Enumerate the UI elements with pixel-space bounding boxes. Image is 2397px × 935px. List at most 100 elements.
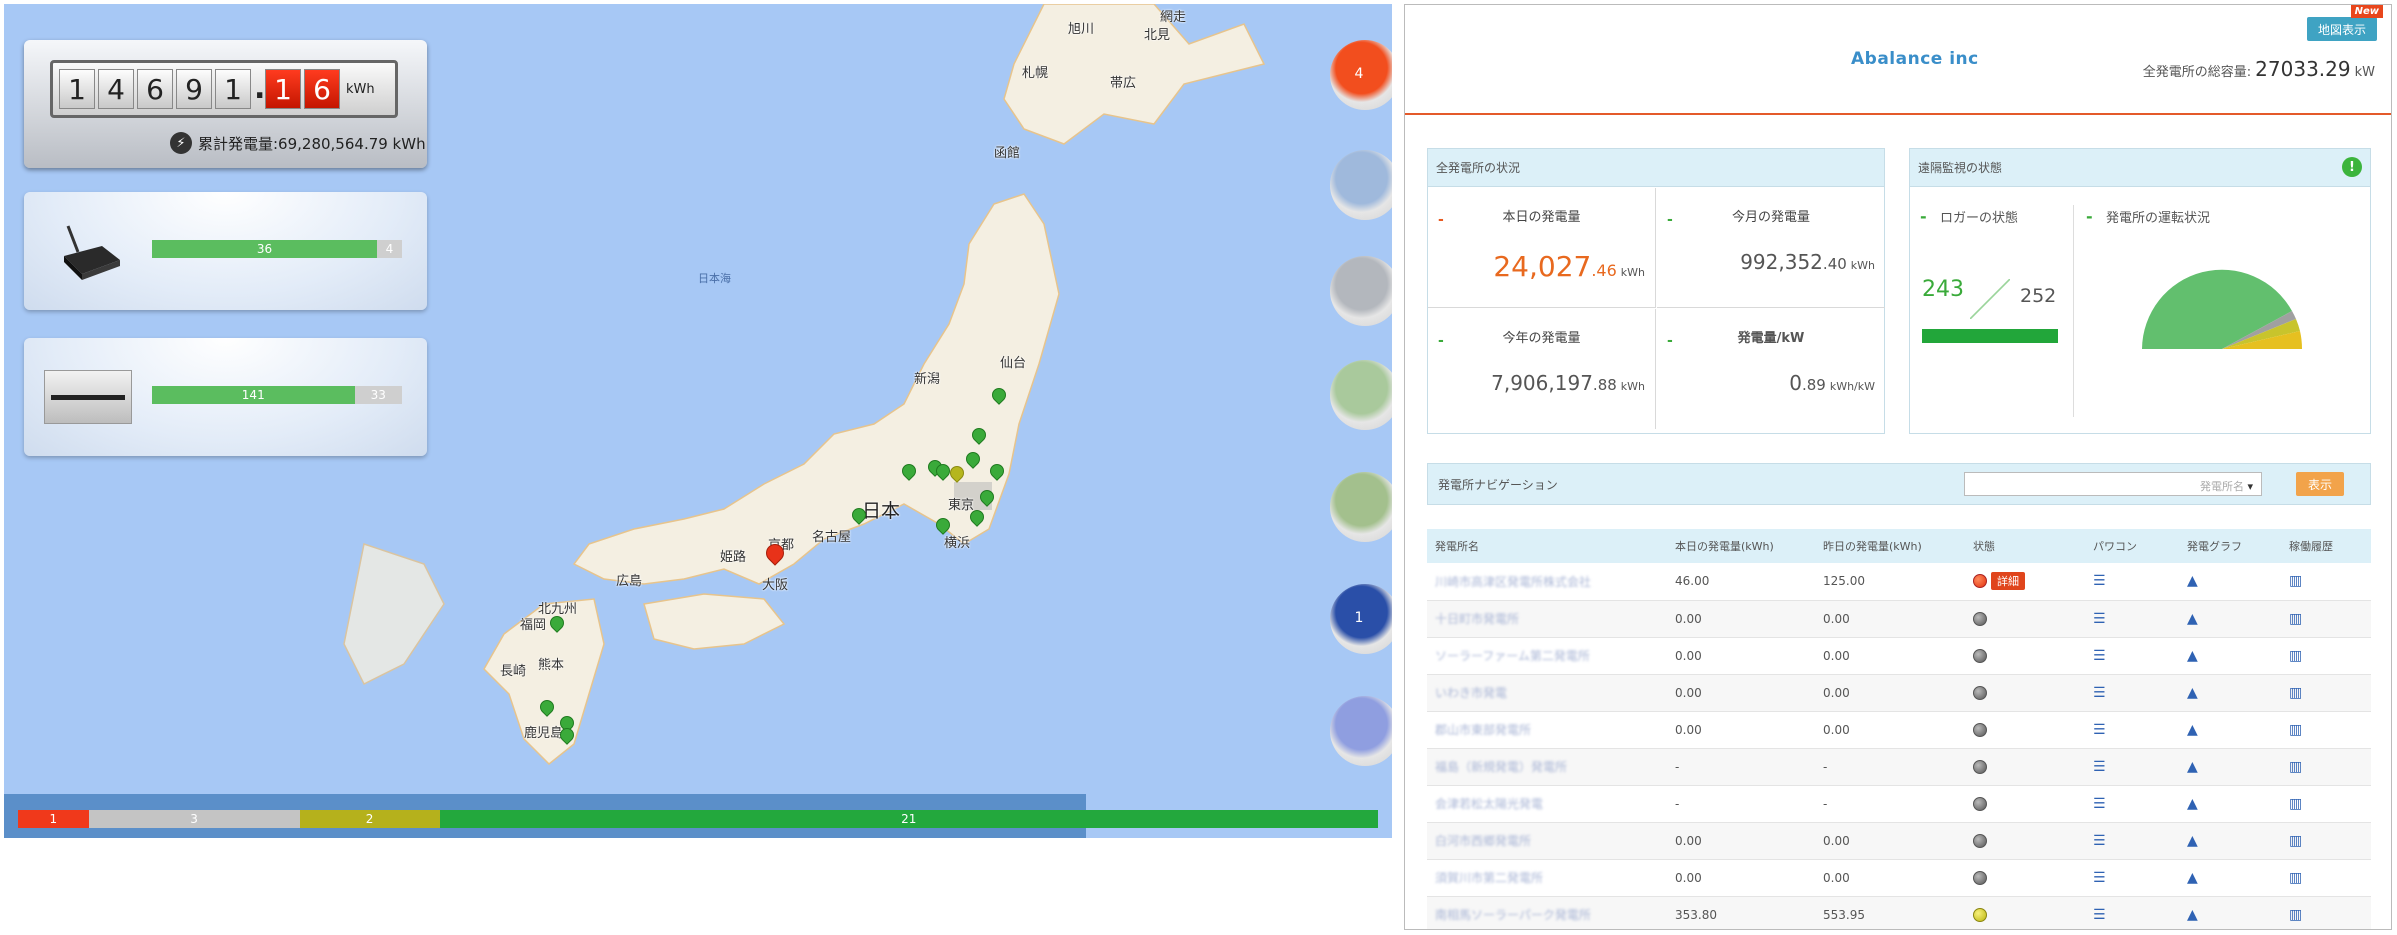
table-row[interactable]: 南相馬ソーラーパーク発電所 353.80 553.95 ☰ ▲ ▥ [1427, 896, 2371, 929]
list-icon[interactable]: ☰ [2093, 648, 2106, 664]
city-label: 函館 [994, 146, 1021, 161]
month-label: 今月の発電量 [1731, 210, 1810, 225]
status-segment[interactable]: 1 [18, 810, 89, 828]
plant-name-link[interactable]: 十日町市発電所 [1427, 600, 1667, 638]
year-label: 今年の発電量 [1502, 331, 1581, 346]
table-row[interactable]: 白河市西郷発電所 0.00 0.00 ☰ ▲ ▥ [1427, 822, 2371, 860]
overview-title: 全発電所の状況 [1428, 149, 1884, 187]
status-circle[interactable]: 4 [1330, 40, 1392, 110]
today-generation: 0.00 [1667, 600, 1815, 638]
area-chart-icon[interactable]: ▲ [2187, 907, 2198, 923]
city-label: 熊本 [538, 658, 565, 673]
yesterday-generation: 0.00 [1815, 600, 1965, 638]
list-icon[interactable]: ☰ [2093, 573, 2106, 589]
status-circle-count: 1 [1354, 610, 1364, 626]
per-kw-cell: - 発電量/kW 0.89 kWh/kW [1657, 309, 1885, 429]
per-kw-dec: .89 [1801, 376, 1826, 394]
per-kw-label: 発電量/kW [1737, 331, 1805, 346]
table-row[interactable]: 川崎市高津区発電所株式会社 46.00 125.00 詳細 ☰ ▲ ▥ [1427, 563, 2371, 601]
list-icon[interactable]: ☰ [2093, 870, 2106, 886]
area-chart-icon[interactable]: ▲ [2187, 685, 2198, 701]
table-row[interactable]: いわき市発電 0.00 0.00 ☰ ▲ ▥ [1427, 674, 2371, 712]
city-label: 旭川 [1068, 22, 1095, 37]
info-icon[interactable]: ! [2342, 157, 2362, 177]
table-row[interactable]: 須賀川市第二発電所 0.00 0.00 ☰ ▲ ▥ [1427, 859, 2371, 897]
table-row[interactable]: 会津若松太陽光発電 - - ☰ ▲ ▥ [1427, 785, 2371, 823]
bar-chart-icon[interactable]: ▥ [2289, 722, 2302, 738]
pcs-cell: ☰ [2085, 896, 2179, 929]
meter-digit: 9 [176, 69, 212, 109]
area-chart-icon[interactable]: ▲ [2187, 611, 2198, 627]
plant-name-link[interactable]: 白河市西郷発電所 [1427, 822, 1667, 860]
bar-chart-icon[interactable]: ▥ [2289, 611, 2302, 627]
status-circle[interactable] [1330, 472, 1392, 542]
area-chart-icon[interactable]: ▲ [2187, 648, 2198, 664]
status-segment[interactable]: 21 [439, 810, 1378, 828]
logger-status-bar: 36 4 [152, 240, 402, 258]
status-segment[interactable]: 2 [299, 810, 440, 828]
year-value: 7,906,197.88 kWh [1491, 371, 1645, 395]
table-row[interactable]: ソーラーファーム第二発電所 0.00 0.00 ☰ ▲ ▥ [1427, 637, 2371, 675]
city-label: 網走 [1160, 10, 1187, 25]
list-icon[interactable]: ☰ [2093, 722, 2106, 738]
bar-chart-icon[interactable]: ▥ [2289, 685, 2302, 701]
status-segment[interactable]: 3 [88, 810, 300, 828]
area-chart-icon[interactable]: ▲ [2187, 796, 2198, 812]
map-view-button[interactable]: 地図表示 [2307, 17, 2377, 41]
list-icon[interactable]: ☰ [2093, 833, 2106, 849]
bar-chart-icon[interactable]: ▥ [2289, 833, 2302, 849]
table-row[interactable]: 郡山市東部発電所 0.00 0.00 ☰ ▲ ▥ [1427, 711, 2371, 749]
status-circle[interactable]: 1 [1330, 584, 1392, 654]
area-chart-icon[interactable]: ▲ [2187, 759, 2198, 775]
plant-name-link[interactable]: ソーラーファーム第二発電所 [1427, 637, 1667, 675]
table-row[interactable]: 福島（新規発電）発電所 - - ☰ ▲ ▥ [1427, 748, 2371, 786]
area-chart-icon[interactable]: ▲ [2187, 722, 2198, 738]
plant-name-link[interactable]: 福島（新規発電）発電所 [1427, 748, 1667, 786]
logger-ok-total: 243 [1922, 277, 1964, 302]
status-circle[interactable] [1330, 360, 1392, 430]
monitor-panel: 遠隔監視の状態 ! - ロガーの状態 243 252 - 発電所の運転状況 [1909, 148, 2371, 434]
plant-name-link[interactable]: 郡山市東部発電所 [1427, 711, 1667, 749]
plug-icon: ⚡ [170, 132, 192, 154]
bar-chart-icon[interactable]: ▥ [2289, 573, 2302, 589]
generation-meter: 1 4 6 9 1 . 1 6 kWh ⚡ 累計発電量:69,280,564.7… [24, 40, 427, 168]
operation-status-label: 発電所の運転状況 [2106, 211, 2211, 226]
list-icon[interactable]: ☰ [2093, 907, 2106, 923]
list-icon[interactable]: ☰ [2093, 685, 2106, 701]
plant-select[interactable]: 発電所名 ▾ [1964, 472, 2262, 496]
year-int: 7,906,197 [1491, 371, 1593, 395]
plant-name-link[interactable]: いわき市発電 [1427, 674, 1667, 712]
bar-chart-icon[interactable]: ▥ [2289, 870, 2302, 886]
pcs-status-box[interactable]: 141 33 [24, 338, 427, 456]
plant-name-link[interactable]: 南相馬ソーラーパーク発電所 [1427, 896, 1667, 929]
bar-chart-icon[interactable]: ▥ [2289, 796, 2302, 812]
list-icon[interactable]: ☰ [2093, 611, 2106, 627]
status-circle[interactable] [1330, 150, 1392, 220]
detail-button[interactable]: 詳細 [1991, 572, 2025, 591]
status-cell [1965, 822, 2085, 860]
area-chart-icon[interactable]: ▲ [2187, 833, 2198, 849]
logger-status-box[interactable]: 36 4 [24, 192, 427, 310]
yesterday-generation: 0.00 [1815, 637, 1965, 675]
plant-table: 発電所名 本日の発電量(kWh) 昨日の発電量(kWh) 状態 パワコン 発電グ… [1427, 529, 2371, 929]
status-circle[interactable] [1330, 256, 1392, 326]
status-circle[interactable] [1330, 696, 1392, 766]
status-indicator-icon [1973, 833, 1987, 848]
table-row[interactable]: 十日町市発電所 0.00 0.00 ☰ ▲ ▥ [1427, 600, 2371, 638]
bar-chart-icon[interactable]: ▥ [2289, 648, 2302, 664]
status-cell [1965, 785, 2085, 823]
area-chart-icon[interactable]: ▲ [2187, 573, 2198, 589]
bar-chart-icon[interactable]: ▥ [2289, 759, 2302, 775]
graph-cell: ▲ [2179, 785, 2281, 823]
area-chart-icon[interactable]: ▲ [2187, 870, 2198, 886]
bar-chart-icon[interactable]: ▥ [2289, 907, 2302, 923]
city-label: 姫路 [720, 550, 747, 565]
plant-name-link[interactable]: 川崎市高津区発電所株式会社 [1427, 563, 1667, 601]
map-panel[interactable]: 日本海 日本 旭川 網走 北見 札幌 帯広 函館 新潟 仙台 東京 横浜 名古屋… [4, 4, 1392, 838]
list-icon[interactable]: ☰ [2093, 796, 2106, 812]
plant-name-link[interactable]: 会津若松太陽光発電 [1427, 785, 1667, 823]
list-icon[interactable]: ☰ [2093, 759, 2106, 775]
show-button[interactable]: 表示 [2296, 472, 2344, 496]
plant-name-link[interactable]: 須賀川市第二発電所 [1427, 859, 1667, 897]
month-generation-cell: - 今月の発電量 992,352.40 kWh [1657, 188, 1885, 308]
